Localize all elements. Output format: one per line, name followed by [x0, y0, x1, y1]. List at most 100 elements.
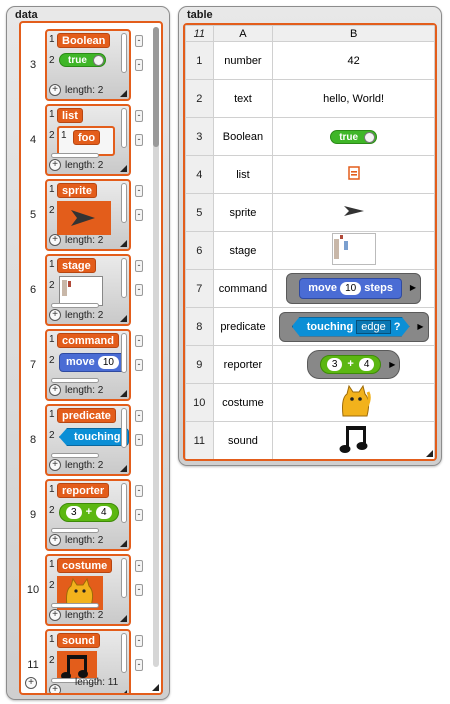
delete-item-button[interactable]: - [135, 335, 143, 347]
boolean-toggle[interactable]: true [330, 129, 378, 144]
delete-item-button[interactable]: - [135, 284, 143, 296]
resize-grip-icon[interactable] [120, 540, 127, 547]
predicate-block[interactable]: touching edge ? [292, 317, 410, 337]
add-item-button[interactable]: + [49, 234, 61, 246]
item-title-cell[interactable]: sprite [57, 183, 97, 198]
resize-grip-icon[interactable] [120, 615, 127, 622]
table-watcher[interactable]: table 11 A B 1 number 42 2 text hello, World!… [178, 6, 442, 466]
vertical-scrollbar[interactable] [121, 633, 127, 673]
add-item-button[interactable]: + [49, 309, 61, 321]
horizontal-scrollbar[interactable] [51, 378, 99, 383]
cell-a[interactable]: predicate [212, 307, 274, 346]
item-title-cell[interactable]: costume [57, 558, 113, 573]
vertical-scrollbar[interactable] [153, 27, 159, 667]
resize-grip-icon[interactable] [120, 465, 127, 472]
delete-item-button[interactable]: - [135, 635, 143, 647]
delete-item-button[interactable]: - [135, 35, 143, 47]
cell-b[interactable] [272, 193, 435, 232]
cell-b[interactable]: 3 +4 ▶ [272, 345, 435, 384]
add-item-button[interactable]: + [49, 684, 61, 693]
resize-grip-icon[interactable] [120, 390, 127, 397]
cell-a[interactable]: command [212, 269, 274, 308]
data-list-view[interactable]: 3 1 Boolean 2 true + length: 2- -4 1 list 2 1 foo + le… [19, 21, 163, 695]
data-watcher[interactable]: data 3 1 Boolean 2 true + length: 2- -4 1 list 2 1 f… [6, 6, 170, 700]
delete-item-button[interactable]: - [135, 509, 143, 521]
cell-b[interactable]: touching edge ? ▶ [272, 307, 435, 346]
cell-a[interactable]: stage [212, 231, 274, 270]
nested-list-watcher[interactable]: 1 predicate 2 touching + length: 2 [45, 404, 131, 476]
cell-b[interactable] [272, 383, 435, 422]
delete-item-button[interactable]: - [135, 359, 143, 371]
add-item-button[interactable]: + [49, 459, 61, 471]
delete-item-button[interactable]: - [135, 410, 143, 422]
horizontal-scrollbar[interactable] [51, 453, 99, 458]
cell-a[interactable]: text [212, 79, 274, 118]
cell-b[interactable]: true [272, 117, 435, 156]
inner-list-value[interactable]: foo [73, 130, 101, 145]
cell-a[interactable]: sprite [212, 193, 274, 232]
nested-list-watcher[interactable]: 1 reporter 2 3 +4 + length: 2 [45, 479, 131, 551]
vertical-scrollbar[interactable] [121, 183, 127, 223]
horizontal-scrollbar[interactable] [51, 303, 99, 308]
resize-grip-icon[interactable] [120, 690, 127, 693]
delete-item-button[interactable]: - [135, 560, 143, 572]
delete-item-button[interactable]: - [135, 185, 143, 197]
delete-item-button[interactable]: - [135, 434, 143, 446]
column-header-b[interactable]: B [272, 25, 435, 42]
add-item-button[interactable]: + [49, 159, 61, 171]
vertical-scrollbar[interactable] [121, 33, 127, 73]
horizontal-scrollbar[interactable] [51, 603, 99, 608]
resize-grip-icon[interactable] [426, 450, 433, 457]
nested-list-watcher[interactable]: 1 command 2 move 10 + length: 2 [45, 329, 131, 401]
vertical-scrollbar[interactable] [121, 333, 127, 373]
delete-item-button[interactable]: - [135, 209, 143, 221]
delete-item-button[interactable]: - [135, 584, 143, 596]
cell-a[interactable]: number [212, 41, 274, 80]
delete-item-button[interactable]: - [135, 485, 143, 497]
boolean-toggle[interactable]: true [59, 53, 106, 67]
add-item-button[interactable]: + [49, 84, 61, 96]
cell-a[interactable]: reporter [212, 345, 274, 384]
cell-a[interactable]: Boolean [212, 117, 274, 156]
nested-list-watcher[interactable]: 1 costume 2 + length: 2 [45, 554, 131, 626]
vertical-scrollbar[interactable] [121, 558, 127, 598]
vertical-scrollbar[interactable] [121, 258, 127, 298]
add-item-button[interactable]: + [49, 384, 61, 396]
nested-list-watcher[interactable]: 1 sprite 2 + length: 2 [45, 179, 131, 251]
horizontal-scrollbar[interactable] [51, 528, 99, 533]
command-block[interactable]: move 10 steps [299, 278, 403, 299]
command-block[interactable]: move 10 [59, 353, 126, 372]
resize-grip-icon[interactable] [120, 240, 127, 247]
cell-a[interactable]: sound [212, 421, 274, 459]
reporter-block[interactable]: 3 +4 [319, 355, 382, 374]
nested-list-watcher[interactable]: 1 Boolean 2 true + length: 2 [45, 29, 131, 101]
delete-item-button[interactable]: - [135, 260, 143, 272]
inner-list[interactable]: 1 foo [57, 126, 115, 156]
predicate-block[interactable]: touching [59, 428, 130, 446]
delete-item-button[interactable]: - [135, 110, 143, 122]
reporter-block[interactable]: 3 +4 [59, 503, 119, 522]
cell-b[interactable]: hello, World! [272, 79, 435, 118]
add-item-button[interactable]: + [49, 609, 61, 621]
cell-b[interactable] [272, 231, 435, 270]
dropdown-slot[interactable]: edge [356, 320, 390, 334]
cell-b[interactable]: 42 [272, 41, 435, 80]
table-view[interactable]: 11 A B 1 number 42 2 text hello, World! 3 Boole… [183, 23, 437, 461]
horizontal-scrollbar[interactable] [51, 153, 99, 158]
delete-item-button[interactable]: - [135, 659, 143, 671]
item-title-cell[interactable]: sound [57, 633, 100, 648]
cell-a[interactable]: list [212, 155, 274, 194]
column-header-a[interactable]: A [212, 25, 274, 42]
predicate-block-frame[interactable]: touching edge ? ▶ [278, 311, 429, 342]
resize-grip-icon[interactable] [152, 684, 159, 691]
vertical-scrollbar[interactable] [121, 483, 127, 523]
resize-grip-icon[interactable] [120, 90, 127, 97]
item-title-cell[interactable]: command [57, 333, 119, 348]
scrollbar-thumb[interactable] [153, 27, 159, 147]
item-title-cell[interactable]: stage [57, 258, 96, 273]
delete-item-button[interactable]: - [135, 59, 143, 71]
cell-a[interactable]: costume [212, 383, 274, 422]
resize-grip-icon[interactable] [120, 165, 127, 172]
reporter-block-frame[interactable]: 3 +4 ▶ [306, 350, 401, 379]
nested-list-watcher[interactable]: 1 stage 2 + length: 2 [45, 254, 131, 326]
